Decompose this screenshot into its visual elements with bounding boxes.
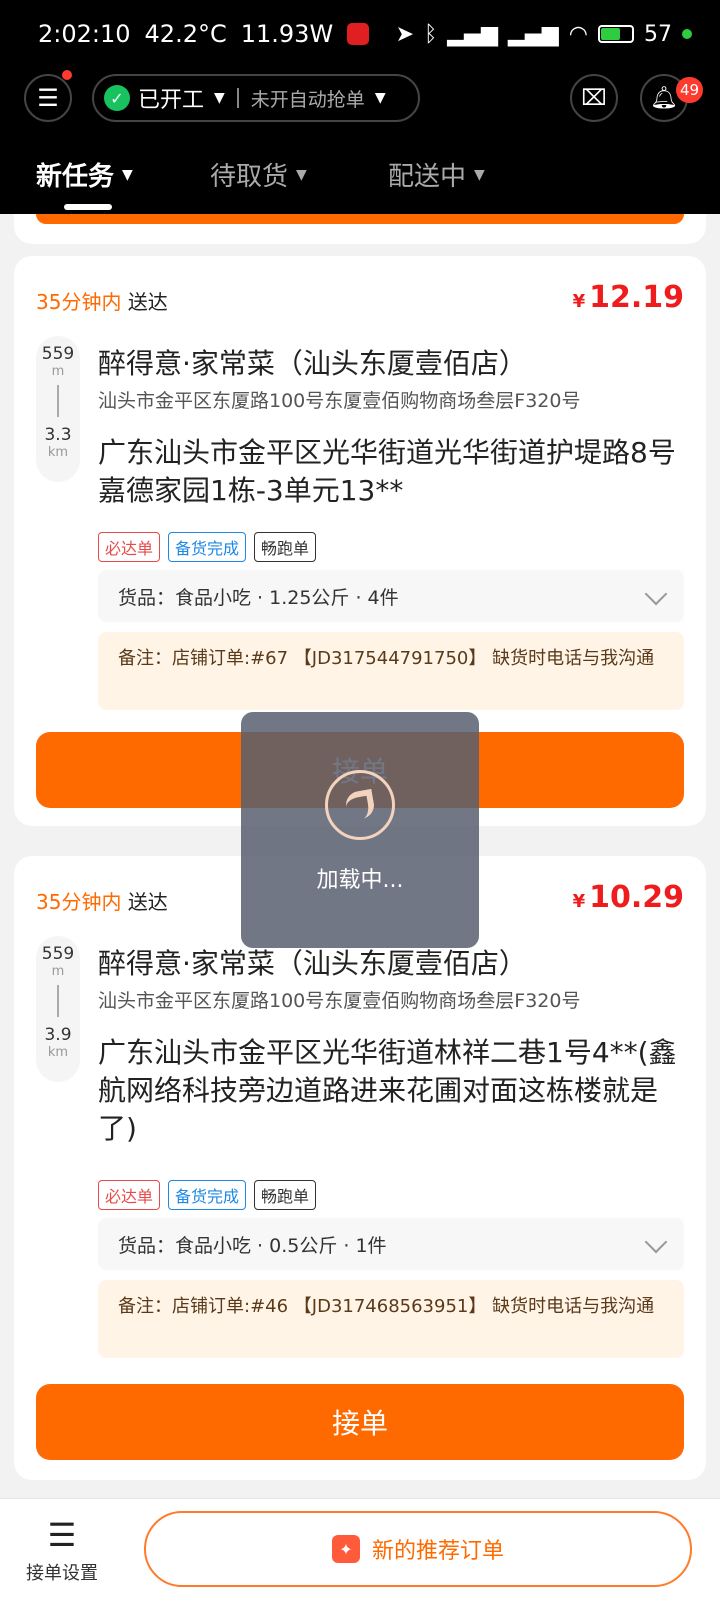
tag-must-deliver: 必达单 <box>98 1180 161 1210</box>
map-icon: ⌧ <box>581 85 607 111</box>
delivery-time: 35分钟内 送达 <box>36 890 168 914</box>
customer-address: 广东汕头市金平区光华街道林祥二巷1号4**(鑫航网络科技旁边道路进来花圃对面这栋… <box>98 1036 677 1145</box>
goods-info[interactable]: 货品：食品小吃 · 0.5公斤 · 1件 <box>98 1218 684 1270</box>
tag-ready: 备货完成 <box>168 1180 247 1210</box>
active-tab-indicator <box>64 204 112 210</box>
caret-down-icon: ▼ <box>296 166 307 183</box>
order-remark: 备注：店铺订单:#46 【JD317468563951】 缺货时电话与我沟通 <box>98 1280 684 1358</box>
tag-ready: 备货完成 <box>168 532 247 562</box>
order-tags: 必达单 备货完成 畅跑单 <box>98 532 317 562</box>
tag-must-deliver: 必达单 <box>98 532 161 562</box>
shop-address: 汕头市金平区东厦路100号东厦壹佰购物商场叁层F320号 <box>98 990 581 1012</box>
notification-badge: 49 <box>676 77 704 103</box>
check-icon: ✓ <box>104 85 130 111</box>
bottom-bar: ☰ 接单设置 ✦ 新的推荐订单 <box>0 1498 720 1600</box>
status-dot-icon <box>682 29 692 39</box>
order-price: ¥12.19 <box>572 280 684 315</box>
caret-down-icon: ▼ <box>374 90 386 106</box>
map-button[interactable]: ⌧ <box>570 74 618 122</box>
caret-down-icon: ▼ <box>122 166 133 183</box>
loading-logo-icon <box>325 770 395 840</box>
battery-level: 57 <box>644 21 672 47</box>
caret-down-icon: ▼ <box>214 90 225 106</box>
distance-indicator: 559 m 3.9 km <box>36 936 80 1082</box>
top-bar: 2:02:10 42.2°C 11.93W ➤ ᛒ ▂▄▆ ▂▄▆ ◠ 57 ☰… <box>0 0 720 214</box>
distance-indicator: 559 m 3.3 km <box>36 336 80 482</box>
notification-dot <box>62 70 72 80</box>
work-status-label: 已开工 <box>138 88 205 113</box>
app-screen: 35分钟内 送达 ¥12.19 559 m 3.3 km 醉得意·家常菜（汕头东… <box>0 0 720 1600</box>
status-power: 11.93W <box>240 20 334 48</box>
loading-toast: 加载中... <box>241 712 479 948</box>
tab-delivering[interactable]: 配送中 ▼ <box>388 156 485 193</box>
status-bar: 2:02:10 42.2°C 11.93W ➤ ᛒ ▂▄▆ ▂▄▆ ◠ 57 <box>38 18 692 50</box>
signal-icon: ▂▄▆ <box>508 21 559 47</box>
star-icon: ✦ <box>331 1535 360 1563</box>
tab-awaiting-pickup[interactable]: 待取货 ▼ <box>210 156 307 193</box>
order-card[interactable]: 35分钟内 送达 ¥10.29 559 m 3.9 km 醉得意·家常菜（汕头东… <box>14 856 706 1480</box>
wifi-icon: ◠ <box>568 21 588 47</box>
menu-icon: ☰ <box>37 84 59 112</box>
shop-name: 醉得意·家常菜（汕头东厦壹佰店） <box>98 347 527 380</box>
auto-grab-label[interactable]: 未开自动抢单 <box>251 85 365 112</box>
order-tags: 必达单 备货完成 畅跑单 <box>98 1180 317 1210</box>
status-time: 2:02:10 <box>38 20 131 48</box>
loading-text: 加载中... <box>316 868 404 893</box>
accept-order-button[interactable]: 接单 <box>36 1384 684 1460</box>
divider <box>236 88 239 108</box>
task-tabs: 新任务 ▼ 待取货 ▼ 配送中 ▼ <box>0 148 720 214</box>
goods-info[interactable]: 货品：食品小吃 · 1.25公斤 · 4件 <box>98 570 684 622</box>
order-price: ¥10.29 <box>572 880 684 915</box>
sliders-icon: ☰ <box>47 1516 77 1554</box>
chevron-down-icon <box>644 582 668 606</box>
previous-accept-button[interactable] <box>36 214 684 224</box>
location-icon: ➤ <box>395 21 415 47</box>
bluetooth-icon: ᛒ <box>424 21 438 47</box>
status-temperature: 42.2°C <box>144 20 227 48</box>
shop-address: 汕头市金平区东厦路100号东厦壹佰购物商场叁层F320号 <box>98 390 581 412</box>
chevron-down-icon <box>644 1230 668 1254</box>
tab-new-tasks[interactable]: 新任务 ▼ <box>36 156 133 193</box>
bell-icon: 🔔︎ <box>650 85 678 111</box>
tag-smooth: 畅跑单 <box>254 1180 317 1210</box>
customer-address: 广东汕头市金平区光华街道光华街道护堤路8号嘉德家园1栋-3单元13** <box>98 436 676 507</box>
battery-icon <box>598 25 634 43</box>
signal-icon: ▂▄▆ <box>447 21 499 47</box>
menu-button[interactable]: ☰ <box>24 70 72 122</box>
tag-smooth: 畅跑单 <box>254 532 317 562</box>
caret-down-icon: ▼ <box>474 166 485 183</box>
order-settings-button[interactable]: ☰ 接单设置 <box>22 1517 102 1585</box>
recommended-orders-button[interactable]: ✦ 新的推荐订单 <box>144 1511 692 1587</box>
delivery-time: 35分钟内 送达 <box>36 290 168 314</box>
work-status-selector[interactable]: ✓ 已开工 ▼ 未开自动抢单 ▼ <box>92 74 420 122</box>
shop-name: 醉得意·家常菜（汕头东厦壹佰店） <box>98 947 527 980</box>
app-notification-icon <box>347 23 370 45</box>
order-remark: 备注：店铺订单:#67 【JD317544791750】 缺货时电话与我沟通 <box>98 632 684 710</box>
